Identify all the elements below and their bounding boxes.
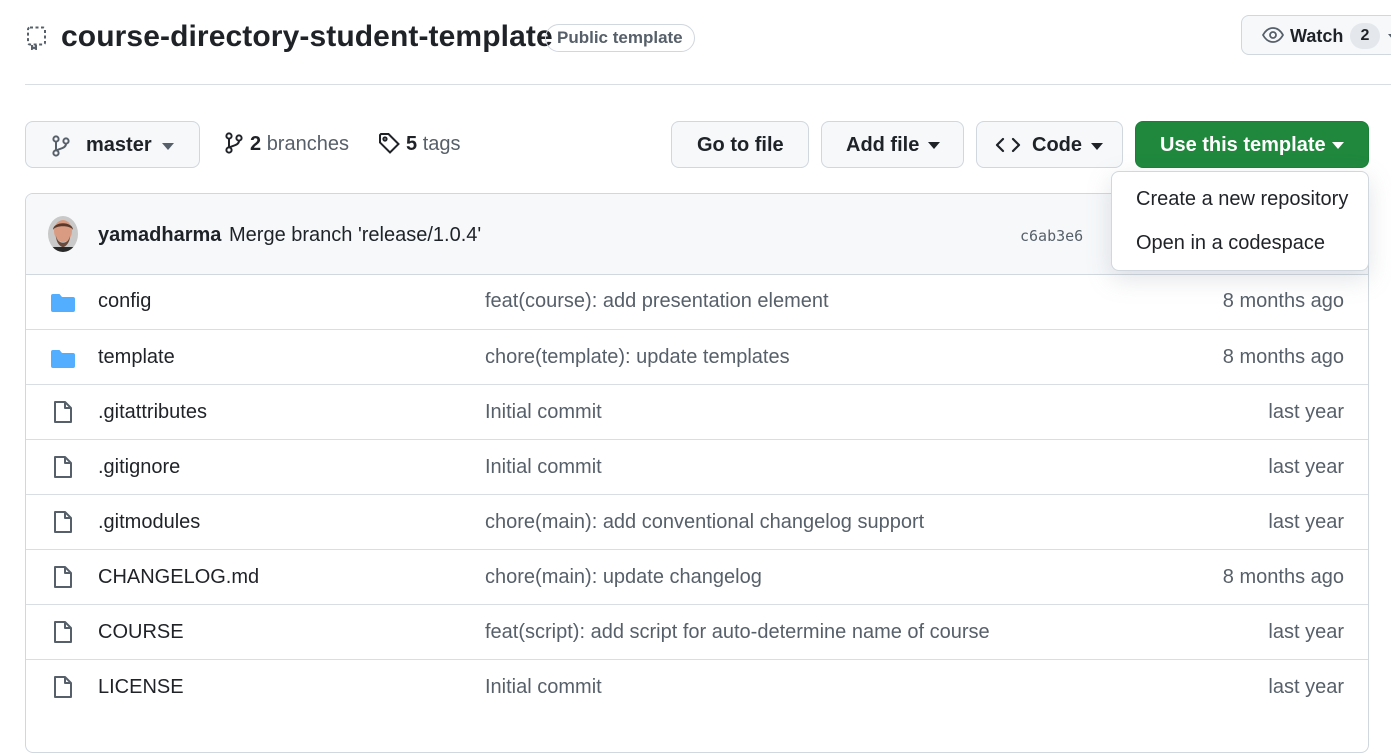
folder-icon (50, 349, 76, 369)
commit-sha[interactable]: c6ab3e6 (1020, 227, 1083, 245)
file-row: template chore(template): update template… (26, 329, 1368, 384)
use-template-label: Use this template (1160, 134, 1326, 156)
watch-label: Watch (1290, 26, 1344, 46)
file-icon (52, 565, 74, 589)
file-row: config feat(course): add presentation ele… (26, 274, 1368, 329)
add-file-label: Add file (846, 134, 920, 156)
branches-label: branches (266, 133, 349, 155)
chevron-down-icon (1091, 143, 1103, 150)
commit-author[interactable]: yamadharma (98, 224, 221, 247)
code-button[interactable]: Code (976, 121, 1123, 168)
file-icon (52, 400, 74, 424)
tags-count: 5 (406, 133, 418, 155)
repo-title[interactable]: course-directory-student-template (61, 20, 553, 54)
file-icon (52, 675, 74, 699)
branches-link[interactable]: 2 branches (224, 132, 349, 156)
tag-icon (378, 132, 400, 154)
file-row: COURSE feat(script): add script for auto-… (26, 604, 1368, 659)
file-commit-age: last year (1268, 456, 1344, 478)
chevron-down-icon (1332, 142, 1344, 149)
file-browser: yamadharma Merge branch 'release/1.0.4' … (25, 193, 1369, 753)
file-commit-age: last year (1268, 401, 1344, 423)
go-to-file-button[interactable]: Go to file (671, 121, 809, 168)
header-divider (25, 84, 1391, 85)
file-name[interactable]: .gitmodules (98, 511, 200, 534)
branches-count: 2 (250, 133, 262, 155)
file-commit-age: 8 months ago (1222, 566, 1344, 588)
file-name[interactable]: CHANGELOG.md (98, 566, 259, 589)
file-name[interactable]: .gitignore (98, 456, 180, 479)
commit-message[interactable]: Merge branch 'release/1.0.4' (229, 224, 481, 247)
watch-count: 2 (1350, 23, 1380, 49)
branch-selector[interactable]: master (25, 121, 200, 168)
template-dropdown-menu: Create a new repository Open in a codesp… (1111, 171, 1369, 271)
file-row: LICENSE Initial commit last year (26, 659, 1368, 714)
file-commit-message[interactable]: Initial commit (485, 401, 602, 424)
file-icon (52, 620, 74, 644)
file-commit-message[interactable]: Initial commit (485, 456, 602, 479)
visibility-badge: Public template (545, 24, 695, 52)
menu-item-create-repository[interactable]: Create a new repository (1136, 188, 1348, 211)
tags-label: tags (422, 133, 461, 155)
file-commit-message[interactable]: Initial commit (485, 676, 602, 699)
file-commit-message[interactable]: feat(script): add script for auto-determ… (485, 621, 990, 644)
use-this-template-button[interactable]: Use this template (1135, 121, 1369, 168)
chevron-down-icon (928, 142, 940, 149)
file-icon (52, 510, 74, 534)
eye-icon (1262, 26, 1284, 44)
file-commit-age: 8 months ago (1222, 346, 1344, 368)
tags-link[interactable]: 5 tags (378, 132, 461, 156)
repo-template-icon (26, 26, 48, 50)
menu-item-open-codespace[interactable]: Open in a codespace (1136, 232, 1325, 255)
file-commit-message[interactable]: chore(main): add conventional changelog … (485, 511, 924, 534)
file-name[interactable]: .gitattributes (98, 401, 207, 424)
branch-icon (51, 135, 71, 157)
branch-icon (224, 132, 244, 154)
file-name[interactable]: LICENSE (98, 676, 184, 699)
chevron-down-icon (162, 143, 174, 150)
file-icon (52, 455, 74, 479)
code-icon (995, 136, 1021, 154)
file-row: .gitignore Initial commit last year (26, 439, 1368, 494)
file-row: .gitattributes Initial commit last year (26, 384, 1368, 439)
file-commit-age: last year (1268, 511, 1344, 533)
branch-name: master (86, 134, 152, 156)
file-commit-age: last year (1268, 621, 1344, 643)
file-commit-age: last year (1268, 676, 1344, 698)
file-commit-message[interactable]: chore(template): update templates (485, 346, 790, 369)
add-file-button[interactable]: Add file (821, 121, 964, 168)
file-row: .gitmodules chore(main): add conventional… (26, 494, 1368, 549)
code-label: Code (1032, 134, 1082, 156)
file-commit-message[interactable]: feat(course): add presentation element (485, 290, 829, 313)
file-commit-age: 8 months ago (1222, 290, 1344, 312)
folder-icon (50, 293, 76, 313)
file-name[interactable]: config (98, 290, 151, 313)
avatar[interactable] (48, 216, 78, 252)
file-name[interactable]: template (98, 346, 175, 369)
go-to-file-label: Go to file (697, 134, 784, 156)
file-commit-message[interactable]: chore(main): update changelog (485, 566, 762, 589)
watch-button[interactable]: Watch 2 (1241, 15, 1391, 55)
file-row: CHANGELOG.md chore(main): update changelo… (26, 549, 1368, 604)
file-name[interactable]: COURSE (98, 621, 184, 644)
